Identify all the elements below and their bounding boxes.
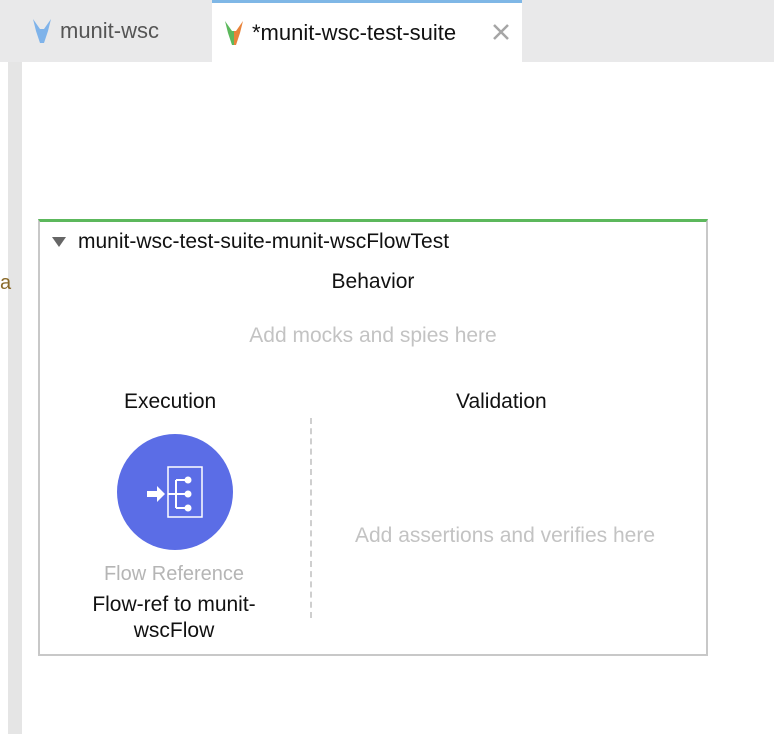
suite-header: munit-wsc-test-suite-munit-wscFlowTest [52,230,449,254]
behavior-title: Behavior [331,270,415,293]
flow-reference-icon [147,466,203,518]
close-icon[interactable] [490,21,512,43]
component-name-label: Flow-ref to munit-wscFlow [92,593,256,642]
test-suite-container[interactable]: munit-wsc-test-suite-munit-wscFlowTest B… [38,219,708,656]
suite-title: munit-wsc-test-suite-munit-wscFlowTest [78,230,450,253]
execution-title: Execution [124,390,217,413]
editor-tab-bar: munit-wsc *munit-wsc-test-suite [0,0,774,62]
partial-text: a [0,272,12,294]
tab-label: munit-wsc [60,18,160,43]
section-divider [310,418,312,618]
behavior-drop-area[interactable]: Add mocks and spies here [40,324,706,348]
munit-icon [30,17,54,45]
tab-munit-wsc[interactable]: munit-wsc [0,0,212,62]
tab-munit-wsc-test-suite[interactable]: *munit-wsc-test-suite [212,0,522,62]
left-gutter [8,62,22,734]
munit-suite-icon [222,19,246,47]
flow-reference-component[interactable] [117,434,233,550]
collapse-triangle-icon[interactable] [52,237,66,247]
tab-label: *munit-wsc-test-suite [252,19,457,45]
component-type-label: Flow Reference [103,563,245,585]
validation-title: Validation [456,390,547,413]
validation-drop-area[interactable]: Add assertions and verifies here [330,524,680,548]
